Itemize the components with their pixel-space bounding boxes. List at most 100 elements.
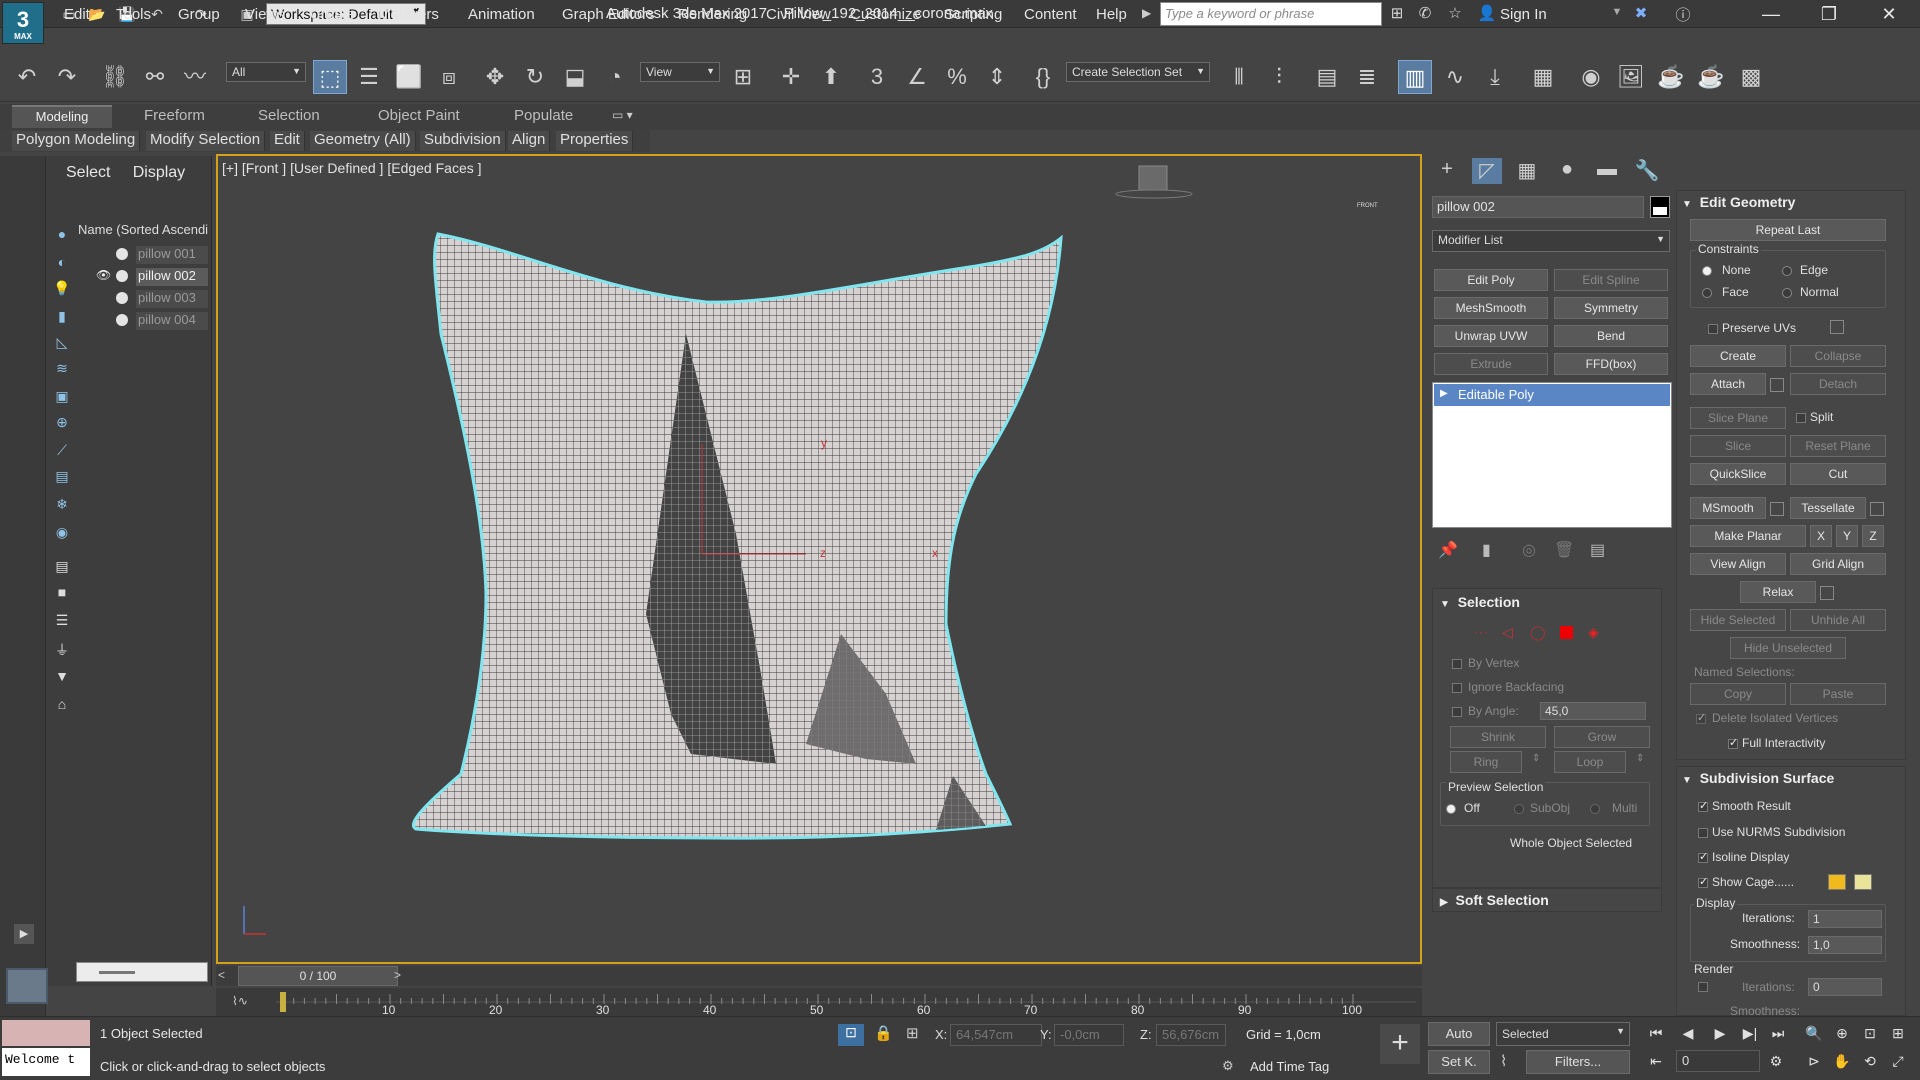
bend-button[interactable]: Bend [1554, 325, 1668, 347]
tab-selection[interactable]: Selection [258, 107, 320, 124]
panel-edit[interactable]: Edit [270, 131, 305, 151]
display-icon[interactable]: ◉ [52, 522, 72, 542]
split-checkbox[interactable] [1796, 413, 1806, 423]
pan-icon[interactable]: ✋ [1830, 1050, 1854, 1072]
binoculars-icon[interactable]: ⊞ [1386, 4, 1408, 24]
viewcube[interactable] [1115, 165, 1193, 199]
polygon-mode-icon[interactable] [1560, 626, 1573, 639]
next-frame-icon[interactable]: ▶| [1738, 1022, 1762, 1044]
containers-filter-icon[interactable]: ▤ [52, 466, 72, 486]
zoom-extents-icon[interactable]: ⊡ [1858, 1022, 1882, 1044]
loop-spinner-icon[interactable]: ⇕ [1636, 753, 1644, 764]
vertex-mode-icon[interactable]: ⋯ [1474, 624, 1488, 641]
scroll-thumb[interactable] [99, 971, 135, 974]
zoom-extents-all-icon[interactable]: ⊞ [1886, 1022, 1910, 1044]
list-icon[interactable]: ☰ [52, 610, 72, 630]
maximize-icon[interactable]: ❐ [1806, 0, 1852, 28]
ribbon-toggle-icon[interactable]: ▥ [1398, 60, 1432, 94]
smooth-result-checkbox[interactable] [1698, 799, 1708, 812]
constraint-normal-radio[interactable] [1782, 288, 1792, 298]
zoom-icon[interactable]: 🔍 [1802, 1022, 1826, 1044]
attach-button[interactable]: Attach [1690, 373, 1766, 395]
edit-poly-button[interactable]: Edit Poly [1434, 269, 1548, 291]
pin-stack-icon[interactable]: 📌 [1438, 540, 1458, 560]
tab-populate[interactable]: Populate [514, 107, 573, 124]
relax-button[interactable]: Relax [1740, 581, 1816, 603]
scene-item-pillow-004[interactable]: pillow 004 [78, 310, 210, 330]
tab-object-paint[interactable]: Object Paint [378, 107, 460, 124]
menu-group[interactable]: Group [178, 6, 220, 23]
render-frame-icon[interactable]: ☕ [1654, 60, 1688, 94]
scale-icon[interactable]: ⬓ [558, 60, 592, 94]
curve-editor-icon[interactable]: ∿ [1438, 60, 1472, 94]
create-button[interactable]: Create [1690, 345, 1786, 367]
full-interactivity-checkbox[interactable] [1728, 736, 1738, 749]
set-key-icon[interactable]: + [1380, 1024, 1420, 1064]
x-coordinate-field[interactable]: 64,547cm [950, 1024, 1042, 1046]
view-align-button[interactable]: View Align [1690, 553, 1786, 575]
panel-properties[interactable]: Properties [556, 131, 634, 151]
make-planar-y-button[interactable]: Y [1836, 525, 1858, 547]
maximize-viewport-icon[interactable]: ⤢ [1886, 1050, 1910, 1072]
show-cage-checkbox[interactable] [1698, 875, 1708, 888]
use-nurms-checkbox[interactable] [1698, 828, 1708, 838]
preview-subobj-radio[interactable] [1514, 804, 1524, 814]
name-column-header[interactable]: Name (Sorted Ascendi [78, 222, 210, 240]
make-planar-button[interactable]: Make Planar [1690, 525, 1806, 547]
menu-tools[interactable]: Tools [116, 6, 151, 23]
z-coordinate-field[interactable]: 56,676cm [1156, 1024, 1226, 1046]
chevron-down-icon[interactable]: ▼ [1606, 6, 1628, 26]
render-iterations-checkbox[interactable] [1698, 982, 1708, 992]
tessellate-settings-icon[interactable] [1870, 502, 1884, 516]
mirror-icon[interactable]: ⫴ [1222, 60, 1256, 94]
attach-list-icon[interactable] [1770, 378, 1784, 392]
layer-icon[interactable]: ▤ [52, 556, 72, 576]
go-to-start-icon[interactable]: ⏮ [1644, 1022, 1668, 1044]
msmooth-settings-icon[interactable] [1770, 502, 1784, 516]
loop-button[interactable]: Loop [1554, 751, 1626, 773]
auto-key-button[interactable]: Auto [1428, 1022, 1490, 1046]
menu-create[interactable]: Create [310, 6, 355, 23]
go-to-end-icon[interactable]: ⏭ [1766, 1022, 1790, 1044]
symmetry-button[interactable]: Symmetry [1554, 297, 1668, 319]
snaps-toggle-icon[interactable]: 3 [860, 60, 894, 94]
tab-modeling[interactable]: Modeling [12, 105, 112, 128]
schematic-view-icon[interactable]: ▦ [1526, 60, 1560, 94]
scene-item-pillow-002[interactable]: 👁 pillow 002 [78, 266, 210, 286]
render-iterative-icon[interactable]: ▩ [1734, 60, 1768, 94]
preview-off-radio[interactable] [1446, 804, 1456, 814]
search-input[interactable]: Type a keyword or phrase [1160, 2, 1382, 26]
delete-isolated-checkbox[interactable] [1696, 711, 1706, 724]
eye-icon[interactable]: 👁 [96, 268, 111, 282]
geometry-filter-icon[interactable]: ● [52, 224, 72, 244]
current-frame-field[interactable]: 0 [1676, 1050, 1760, 1072]
menu-animation[interactable]: Animation [468, 6, 535, 23]
panel-align[interactable]: Align [508, 131, 551, 151]
exchange-icon[interactable]: ✖ [1630, 4, 1652, 24]
ring-button[interactable]: Ring [1450, 751, 1522, 773]
maxscript-output[interactable]: Welcome t [2, 1048, 90, 1076]
select-manipulate-icon[interactable]: ✛ [774, 60, 808, 94]
ribbon-options-icon[interactable]: ▭ ▾ [612, 108, 633, 122]
scene-item-pillow-003[interactable]: pillow 003 [78, 288, 210, 308]
render-setup-icon[interactable]: 🖼 [1614, 60, 1648, 94]
isoline-display-checkbox[interactable] [1698, 850, 1708, 863]
scene-scrollbar[interactable] [76, 962, 208, 982]
constraint-none-radio[interactable] [1702, 266, 1712, 276]
element-mode-icon[interactable]: ◈ [1588, 624, 1599, 641]
select-object-icon[interactable]: ⬚ [313, 60, 347, 94]
object-name-field[interactable]: pillow 002 [1432, 196, 1644, 218]
material-editor-icon[interactable]: ◉ [1574, 60, 1608, 94]
lock-icon[interactable]: 🔒 [874, 1024, 893, 1042]
communication-icon[interactable]: ✆ [1414, 4, 1436, 24]
lights-filter-icon[interactable]: 💡 [52, 278, 72, 298]
maxscript-listener-icon[interactable] [6, 968, 48, 1004]
menu-graph-editors[interactable]: Graph Editors [562, 6, 655, 23]
previous-frame-icon[interactable]: ◀ [1676, 1022, 1700, 1044]
link-icon[interactable]: ⛓ [98, 60, 132, 94]
edge-mode-icon[interactable]: ◁ [1502, 624, 1513, 641]
make-planar-z-button[interactable]: Z [1862, 525, 1884, 547]
field-of-view-icon[interactable]: ⊳ [1802, 1050, 1826, 1072]
paste-button[interactable]: Paste [1790, 683, 1886, 705]
iterations-spinner[interactable]: 1 [1808, 910, 1882, 928]
